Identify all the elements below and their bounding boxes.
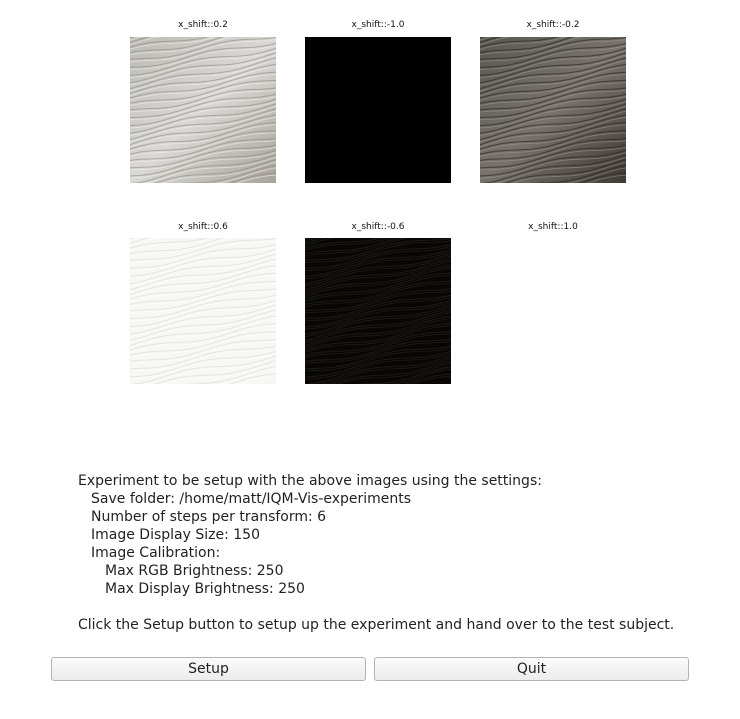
sand-image-dark — [480, 37, 626, 183]
setup-button[interactable]: Setup — [51, 657, 366, 681]
experiment-info: Experiment to be setup with the above im… — [78, 472, 674, 634]
max-display-text: Max Display Brightness: 250 — [105, 581, 305, 597]
image-caption: x_shift::0.2 — [178, 20, 228, 30]
display-size-text: Image Display Size: 150 — [91, 527, 260, 543]
sand-image-graphic — [130, 37, 276, 183]
info-heading: Experiment to be setup with the above im… — [78, 473, 542, 489]
image-caption: x_shift::-1.0 — [351, 20, 405, 30]
image-caption: x_shift::-0.6 — [351, 222, 405, 232]
sand-image-white — [130, 238, 276, 384]
sand-image-graphic — [480, 37, 626, 183]
max-rgb-text: Max RGB Brightness: 250 — [105, 563, 284, 579]
sand-image-black — [305, 37, 451, 183]
instructions-text: Click the Setup button to setup up the e… — [78, 617, 675, 633]
sand-image-verydark — [305, 238, 451, 384]
sand-image-graphic — [305, 238, 451, 384]
save-folder-text: Save folder: /home/matt/IQM-Vis-experime… — [91, 491, 412, 507]
steps-text: Number of steps per transform: 6 — [91, 509, 327, 525]
sand-image-graphic — [130, 238, 276, 384]
calibration-text: Image Calibration: — [91, 545, 221, 561]
image-caption: x_shift::0.6 — [178, 222, 228, 232]
image-caption: x_shift::-0.2 — [526, 20, 580, 30]
quit-button[interactable]: Quit — [374, 657, 689, 681]
sand-image-light — [130, 37, 276, 183]
image-caption: x_shift::1.0 — [528, 222, 578, 232]
